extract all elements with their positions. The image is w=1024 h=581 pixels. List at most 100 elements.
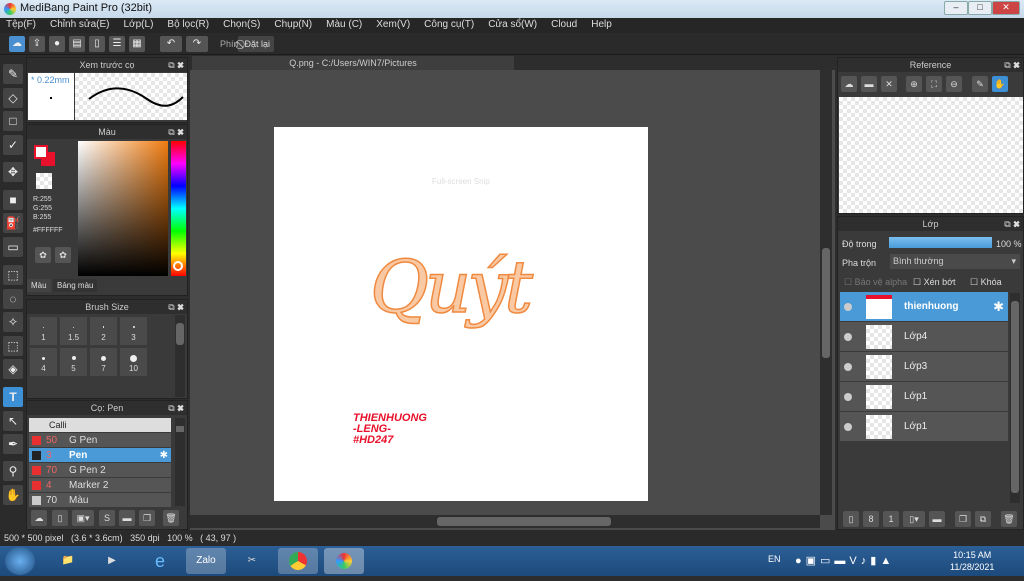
- layer-row[interactable]: Lớp1: [840, 412, 1008, 442]
- new-halftone-layer-icon[interactable]: 8: [863, 511, 879, 527]
- panel-close-icon[interactable]: ⧉ ✖: [168, 125, 184, 139]
- close-icon[interactable]: ✕: [881, 76, 897, 92]
- cloud-icon[interactable]: ☁: [841, 76, 857, 92]
- language-indicator[interactable]: EN: [768, 554, 781, 564]
- folder-icon[interactable]: ▬: [119, 510, 135, 526]
- fit-icon[interactable]: ⛶: [926, 76, 942, 92]
- saturation-value-picker[interactable]: [78, 141, 168, 276]
- operation-tool-icon[interactable]: ↖: [3, 411, 23, 431]
- zoom-in-icon[interactable]: ⊕: [906, 76, 922, 92]
- reset-button[interactable]: ⃠ Đặt lại: [238, 36, 275, 52]
- panel-close-icon[interactable]: ⧉ ✖: [168, 300, 184, 314]
- layer-row[interactable]: Lớp3: [840, 352, 1008, 382]
- brush-size-cell[interactable]: 3: [119, 316, 148, 346]
- divide-tool-icon[interactable]: ✒: [3, 434, 23, 454]
- open-folder-icon[interactable]: ▬: [861, 76, 877, 92]
- hand-tool-icon[interactable]: ✋: [3, 485, 23, 505]
- maximize-button[interactable]: □: [968, 1, 992, 15]
- menu-item[interactable]: Chụp(N): [274, 18, 312, 33]
- start-button[interactable]: [5, 547, 35, 575]
- brush-size-cell[interactable]: 4: [29, 347, 58, 377]
- new-layer-icon[interactable]: ▯: [843, 511, 859, 527]
- horizontal-scrollbar[interactable]: [190, 515, 820, 528]
- note-icon[interactable]: ▤: [69, 36, 85, 52]
- share-icon[interactable]: ⇪: [29, 36, 45, 52]
- snipping-tool-icon[interactable]: ✂: [232, 548, 272, 574]
- trash-icon[interactable]: 🗑: [163, 510, 179, 526]
- new-brush-icon[interactable]: ▯: [52, 510, 68, 526]
- brush-item[interactable]: 4 Marker 2: [29, 478, 171, 493]
- merge-layer-icon[interactable]: ⧉: [975, 511, 991, 527]
- layer-row[interactable]: Lớp4: [840, 322, 1008, 352]
- text-tool-icon[interactable]: T: [3, 387, 23, 407]
- menu-item[interactable]: Help: [591, 18, 612, 33]
- brush-item[interactable]: 70 Màu: [29, 493, 171, 508]
- zalo-icon[interactable]: Zalo: [186, 548, 226, 574]
- minimize-button[interactable]: –: [944, 1, 968, 15]
- clipping-checkbox[interactable]: ☐ Xén bớt: [913, 277, 956, 288]
- layer-row[interactable]: thienhuong ✱: [840, 292, 1008, 322]
- document-tab[interactable]: Q.png - C:/Users/WIN7/Pictures: [192, 56, 514, 70]
- menu-item[interactable]: Màu (C): [326, 18, 362, 33]
- folder-icon[interactable]: ▬: [929, 511, 945, 527]
- vertical-scrollbar[interactable]: [820, 70, 832, 515]
- move-tool-icon[interactable]: ✥: [3, 162, 23, 182]
- media-player-icon[interactable]: ▶: [92, 548, 132, 574]
- brush-tool-icon[interactable]: ✎: [3, 64, 23, 84]
- gradient-tool-icon[interactable]: ▭: [3, 237, 23, 257]
- cloud-brush-icon[interactable]: ☁: [31, 510, 47, 526]
- add-layer-dropdown-icon[interactable]: ▯▾: [903, 511, 925, 527]
- brush-group-calli[interactable]: Calli: [29, 418, 171, 432]
- palette-icon[interactable]: ✿: [35, 247, 51, 263]
- medibang-icon[interactable]: [324, 548, 364, 574]
- eraser-tool-icon[interactable]: ◇: [3, 88, 23, 108]
- duplicate-layer-icon[interactable]: ❐: [955, 511, 971, 527]
- selection-pen-icon[interactable]: ✓: [3, 135, 23, 155]
- brush-item[interactable]: 70 G Pen 2: [29, 463, 171, 478]
- chrome-icon[interactable]: [278, 548, 318, 574]
- cloud-icon[interactable]: ☁: [9, 36, 25, 52]
- select-pen-icon[interactable]: ⬚: [3, 336, 23, 356]
- fill-rect-icon[interactable]: ■: [3, 190, 23, 210]
- undo-button[interactable]: ↶: [160, 36, 182, 52]
- internet-explorer-icon[interactable]: e: [140, 548, 180, 574]
- menu-item[interactable]: Cửa sổ(W): [488, 18, 537, 33]
- protect-alpha-checkbox[interactable]: ☐ Bảo vệ alpha: [844, 277, 907, 288]
- brush-size-cell[interactable]: 2: [89, 316, 118, 346]
- panel-close-icon[interactable]: ⧉ ✖: [168, 401, 184, 415]
- redo-button[interactable]: ↷: [186, 36, 208, 52]
- magic-wand-icon[interactable]: ✧: [3, 312, 23, 332]
- menu-item[interactable]: Xem(V): [376, 18, 410, 33]
- menu-item[interactable]: Công cụ(T): [424, 18, 474, 33]
- zoom-out-icon[interactable]: ⊖: [946, 76, 962, 92]
- opacity-slider[interactable]: [889, 237, 992, 248]
- explorer-icon[interactable]: 📁: [48, 548, 88, 574]
- foreground-color-swatch[interactable]: [34, 145, 48, 159]
- lasso-icon[interactable]: ◌: [3, 289, 23, 309]
- close-button[interactable]: ✕: [992, 1, 1020, 15]
- brush-size-cell[interactable]: 1.5: [59, 316, 88, 346]
- hue-slider[interactable]: [171, 141, 186, 276]
- brush-item[interactable]: 50 G Pen: [29, 433, 171, 448]
- panel-close-icon[interactable]: ⧉ ✖: [168, 58, 184, 72]
- menu-item[interactable]: Tệp(F): [6, 18, 36, 33]
- menu-item[interactable]: Bộ lọc(R): [167, 18, 209, 33]
- bucket-tool-icon[interactable]: ⛽: [3, 213, 23, 233]
- brush-settings-icon[interactable]: S: [99, 510, 115, 526]
- brush-size-cell[interactable]: 7: [89, 347, 118, 377]
- blend-mode-select[interactable]: Bình thường ▾: [890, 254, 1020, 269]
- clock[interactable]: 10:15 AM 11/28/2021: [950, 549, 994, 573]
- duplicate-icon[interactable]: ❐: [139, 510, 155, 526]
- lock-checkbox[interactable]: ☐ Khóa: [970, 277, 1002, 288]
- scrollbar[interactable]: [175, 418, 185, 506]
- trash-icon[interactable]: 🗑: [1001, 511, 1017, 527]
- panel-close-icon[interactable]: ⧉ ✖: [1004, 217, 1020, 231]
- select-rect-icon[interactable]: ⬚: [3, 265, 23, 285]
- new-1bit-layer-icon[interactable]: 1: [883, 511, 899, 527]
- eyedropper-icon[interactable]: ⚲: [3, 461, 23, 481]
- layer-row[interactable]: Lớp1: [840, 382, 1008, 412]
- scrollbar[interactable]: [175, 315, 185, 397]
- page-list-icon[interactable]: ☰: [109, 36, 125, 52]
- tab-swatches[interactable]: Bảng màu: [53, 279, 98, 292]
- brush-size-cell[interactable]: 10: [119, 347, 148, 377]
